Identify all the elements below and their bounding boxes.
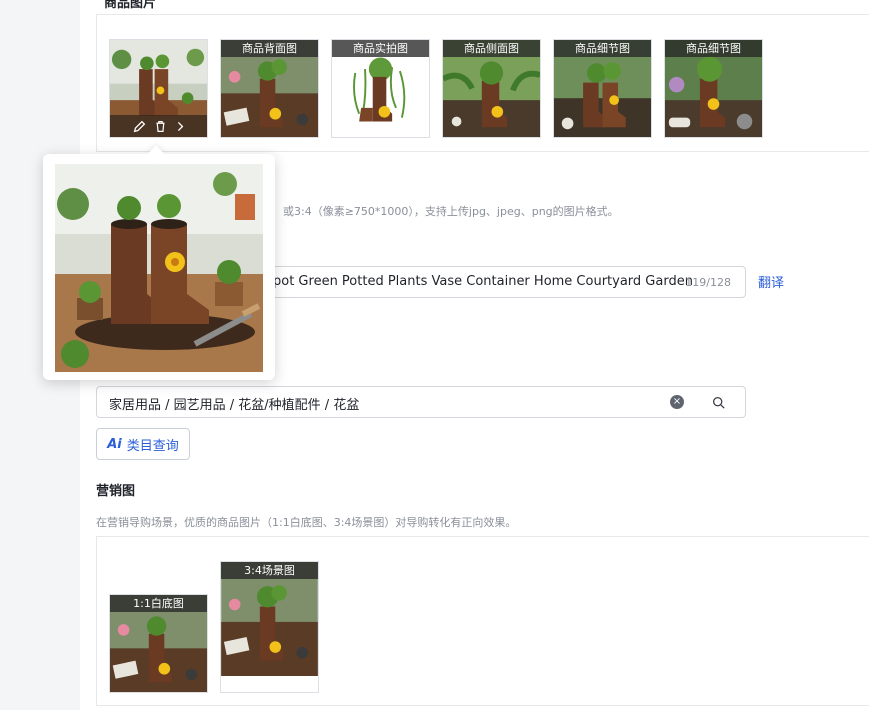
chevron-right-icon[interactable] bbox=[175, 120, 185, 133]
title-char-count: 119/128 bbox=[685, 276, 731, 289]
preview-image bbox=[55, 164, 263, 372]
marketing-images-panel bbox=[96, 536, 869, 706]
ai-category-query-label: 类目查询 bbox=[126, 438, 179, 454]
category-input[interactable]: 家居用品 / 园艺用品 / 花盆/种植配件 / 花盆 × bbox=[96, 386, 694, 418]
category-value: 家居用品 / 园艺用品 / 花盆/种植配件 / 花盆 bbox=[109, 398, 360, 413]
product-image-back[interactable]: 商品背面图 bbox=[220, 39, 319, 138]
image-label: 商品细节图 bbox=[554, 40, 651, 57]
search-icon bbox=[712, 396, 725, 409]
upload-hint: 或3:4（像素≥750*1000），支持上传jpg、jpeg、png的图片格式。 bbox=[283, 205, 619, 218]
marketing-description: 在营销导购场景，优质的商品图片（1:1白底图、3:4场景图）对导购转化有正向效果… bbox=[96, 516, 517, 529]
translate-link[interactable]: 翻译 bbox=[758, 272, 784, 291]
edit-icon[interactable] bbox=[133, 120, 146, 133]
image-label: 1:1白底图 bbox=[110, 595, 207, 612]
product-images-title: 商品图片 bbox=[104, 0, 157, 11]
marketing-image-square[interactable]: 1:1白底图 bbox=[109, 594, 208, 693]
image-actions-bar bbox=[110, 115, 207, 137]
product-image-main[interactable] bbox=[109, 39, 208, 138]
product-image-real[interactable]: 商品实拍图 bbox=[331, 39, 430, 138]
boot-planter-photo bbox=[221, 562, 318, 676]
clear-icon[interactable]: × bbox=[670, 395, 684, 409]
image-label: 商品细节图 bbox=[665, 40, 762, 57]
marketing-image-portrait[interactable]: 3:4场景图 bbox=[220, 561, 319, 693]
title-input-value: pot Green Potted Plants Vase Container H… bbox=[273, 274, 693, 289]
product-image-detail-2[interactable]: 商品细节图 bbox=[664, 39, 763, 138]
boot-planter-photo bbox=[55, 164, 263, 372]
image-label: 商品侧面图 bbox=[443, 40, 540, 57]
ai-icon: Ai bbox=[107, 436, 122, 452]
delete-icon[interactable] bbox=[154, 120, 167, 133]
ai-category-query-button[interactable]: Ai 类目查询 bbox=[96, 428, 190, 460]
marketing-title: 营销图 bbox=[96, 484, 136, 499]
product-image-detail[interactable]: 商品细节图 bbox=[553, 39, 652, 138]
image-preview-popover bbox=[43, 154, 275, 380]
category-search-button[interactable] bbox=[692, 386, 746, 418]
image-label: 3:4场景图 bbox=[221, 562, 318, 579]
product-image-side[interactable]: 商品侧面图 bbox=[442, 39, 541, 138]
image-label: 商品实拍图 bbox=[332, 40, 429, 57]
image-label: 商品背面图 bbox=[221, 40, 318, 57]
